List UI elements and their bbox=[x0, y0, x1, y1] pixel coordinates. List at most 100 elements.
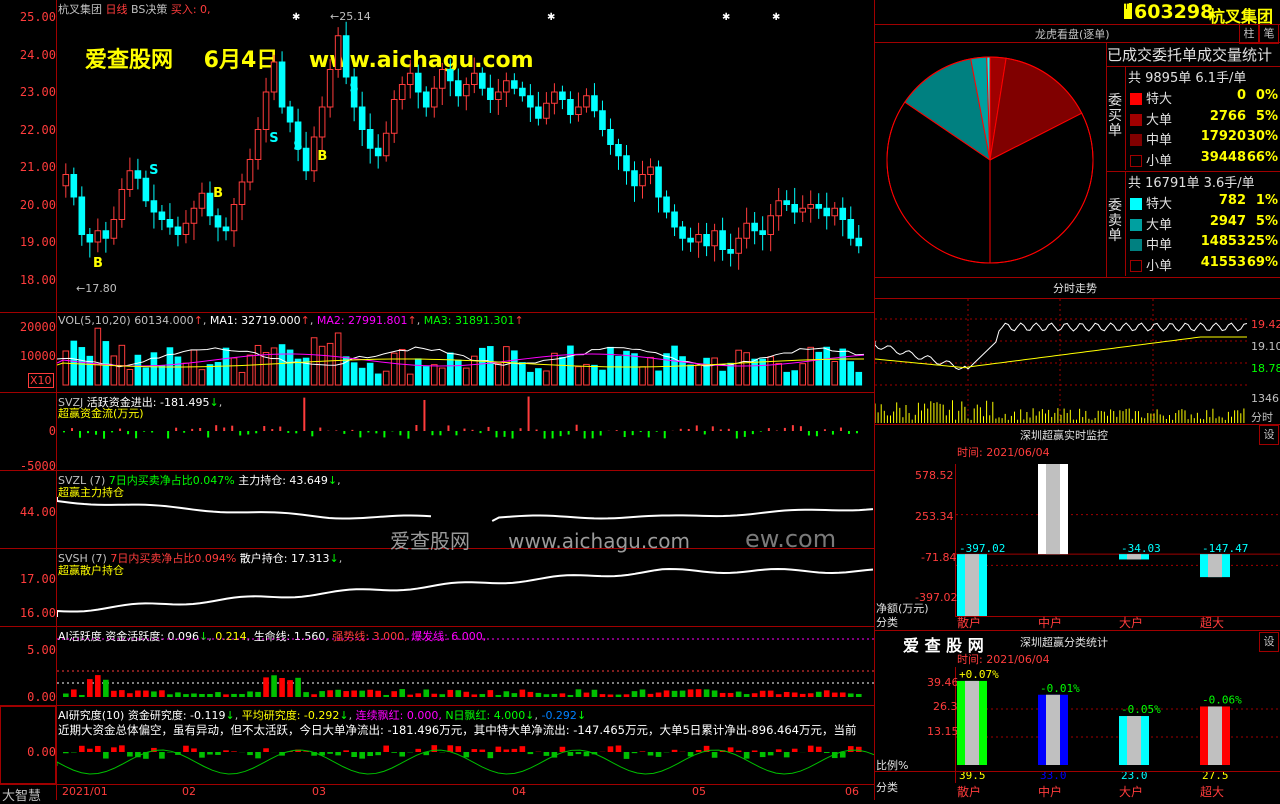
buy-row-count: 2766 bbox=[1196, 109, 1246, 124]
flow-bar bbox=[63, 431, 65, 432]
flow-bar bbox=[744, 431, 746, 437]
volume-bar bbox=[496, 364, 502, 385]
intraday-chart[interactable] bbox=[875, 299, 1249, 423]
candle-body bbox=[808, 205, 814, 209]
star-marker: ✱ bbox=[772, 12, 780, 23]
intraday-vol: 1346 bbox=[1251, 392, 1279, 405]
ai-research-chart[interactable] bbox=[57, 736, 874, 784]
buy-row-label: 小单 bbox=[1146, 150, 1172, 169]
candle-body bbox=[63, 175, 69, 186]
flow-bar bbox=[95, 431, 97, 435]
study-bar bbox=[816, 747, 822, 752]
monitor-settings-button[interactable]: 设 bbox=[1259, 425, 1279, 445]
candle-body bbox=[800, 208, 806, 212]
candle-body bbox=[752, 223, 758, 231]
volume-bar bbox=[423, 367, 429, 385]
volume-bar bbox=[327, 343, 333, 385]
flow-bar bbox=[415, 425, 417, 431]
svsh-chart[interactable] bbox=[57, 549, 874, 626]
classify-change: -0.05% bbox=[1121, 703, 1161, 716]
flow-bar bbox=[119, 429, 121, 431]
volume-bar bbox=[688, 365, 694, 385]
volume-bar bbox=[584, 364, 590, 385]
ai-bar bbox=[528, 692, 534, 697]
svzj-chart[interactable] bbox=[57, 393, 874, 470]
ai-bar bbox=[431, 694, 437, 697]
study-bar bbox=[183, 746, 189, 752]
tab-bar[interactable]: 柱 bbox=[1239, 24, 1259, 44]
ai-bar bbox=[544, 694, 550, 697]
flow-bar bbox=[295, 431, 297, 433]
order-pie-chart[interactable] bbox=[875, 43, 1106, 276]
flow-bar bbox=[616, 430, 618, 431]
study-bar bbox=[247, 752, 253, 755]
ai-activity-chart[interactable] bbox=[57, 627, 874, 705]
sell-row-count: 41553 bbox=[1196, 255, 1246, 270]
ai-bar bbox=[800, 694, 806, 697]
volume-bar bbox=[704, 358, 710, 385]
classify-bar-chart[interactable]: +0.07%39.5-0.01%33.0-0.05%23.0-0.06%27.5 bbox=[956, 667, 1280, 783]
volume-bar bbox=[287, 350, 293, 385]
sell-signal: S bbox=[149, 163, 158, 178]
price-ytick: 25.00 bbox=[2, 10, 56, 24]
study-bar bbox=[496, 747, 502, 752]
flow-bar bbox=[760, 431, 762, 432]
candle-body bbox=[792, 205, 798, 213]
favorite-icon[interactable]: T bbox=[1124, 3, 1132, 19]
x-axis: 大智慧 2021/01 02 03 04 05 06 bbox=[0, 784, 874, 800]
candle-body bbox=[624, 156, 630, 171]
ai-bar bbox=[552, 694, 558, 697]
volume-panel[interactable]: VOL(5,10,20) 60134.000↑, MA1: 32719.000↑… bbox=[0, 313, 874, 393]
ai-bar bbox=[167, 694, 173, 697]
volume-bar bbox=[439, 368, 445, 385]
sell-swatch bbox=[1130, 198, 1142, 210]
volume-chart[interactable] bbox=[57, 327, 874, 392]
flow-bar bbox=[712, 426, 714, 431]
volume-bar bbox=[335, 333, 341, 385]
flow-bar bbox=[455, 431, 457, 435]
monitor-bar-chart[interactable]: -397.02578.52-34.03-147.47 bbox=[956, 464, 1280, 616]
flow-bar bbox=[71, 428, 73, 431]
svzl-ytick: 44.00 bbox=[2, 505, 56, 519]
sell-row-count: 782 bbox=[1196, 193, 1246, 208]
tab-tick[interactable]: 笔 bbox=[1259, 24, 1279, 44]
buy-signal: B bbox=[317, 149, 327, 164]
study-bar bbox=[776, 749, 782, 752]
volume-bar bbox=[544, 371, 550, 385]
candle-body bbox=[335, 36, 341, 70]
unit-badge: X10 bbox=[28, 373, 54, 388]
volume-bar bbox=[736, 350, 742, 385]
study-bar bbox=[808, 746, 814, 752]
x-label: 2021/01 bbox=[62, 785, 108, 798]
candle-body bbox=[848, 220, 854, 239]
study-bar bbox=[568, 752, 574, 756]
candle-body bbox=[127, 171, 133, 190]
flow-bar bbox=[463, 429, 465, 431]
candle-body bbox=[263, 92, 269, 130]
ai-bar bbox=[672, 691, 678, 697]
kline-panel[interactable]: 杭叉集团 日线 BS决策 买入: 0, 爱查股网 6月4日 www.aichag… bbox=[0, 0, 874, 313]
ai-activity-panel[interactable]: AI活跃度 资金活跃度: 0.096↓, 0.214, 生命线: 1.560, … bbox=[0, 627, 874, 706]
study-bar bbox=[584, 752, 590, 756]
study-bar bbox=[648, 752, 654, 756]
volume-bar bbox=[784, 372, 790, 385]
volume-bar bbox=[431, 365, 437, 385]
volume-bar bbox=[143, 368, 149, 385]
candle-body bbox=[712, 231, 718, 246]
candlestick-chart[interactable]: BBSBSSS✱✱✱✱ bbox=[57, 0, 874, 312]
ai-bar bbox=[808, 693, 814, 697]
flow-bar bbox=[544, 431, 546, 439]
svzj-panel[interactable]: SVZJ 活跃资金进出: -181.495↓, 超赢资金流(万元) 0 -500… bbox=[0, 393, 874, 471]
candle-body bbox=[103, 231, 109, 239]
ai-research-panel[interactable]: AI研究度(10) 资金研究度: -0.119↓, 平均研究度: -0.292↓… bbox=[0, 706, 874, 784]
candle-body bbox=[480, 73, 486, 88]
candle-body bbox=[327, 70, 333, 108]
classify-settings-button[interactable]: 设 bbox=[1259, 632, 1279, 652]
study-bar bbox=[191, 748, 197, 752]
sell-row-label: 中单 bbox=[1146, 234, 1172, 253]
svzl-panel[interactable]: SVZL (7) 7日内买卖净占比0.047% 主力持仓: 43.649↓, 超… bbox=[0, 471, 874, 549]
study-bar bbox=[375, 752, 381, 755]
ai-bar bbox=[744, 694, 750, 697]
candle-body bbox=[391, 100, 397, 134]
svsh-panel[interactable]: SVSH (7) 7日内买卖净占比0.094% 散户持仓: 17.313↓, 超… bbox=[0, 549, 874, 627]
